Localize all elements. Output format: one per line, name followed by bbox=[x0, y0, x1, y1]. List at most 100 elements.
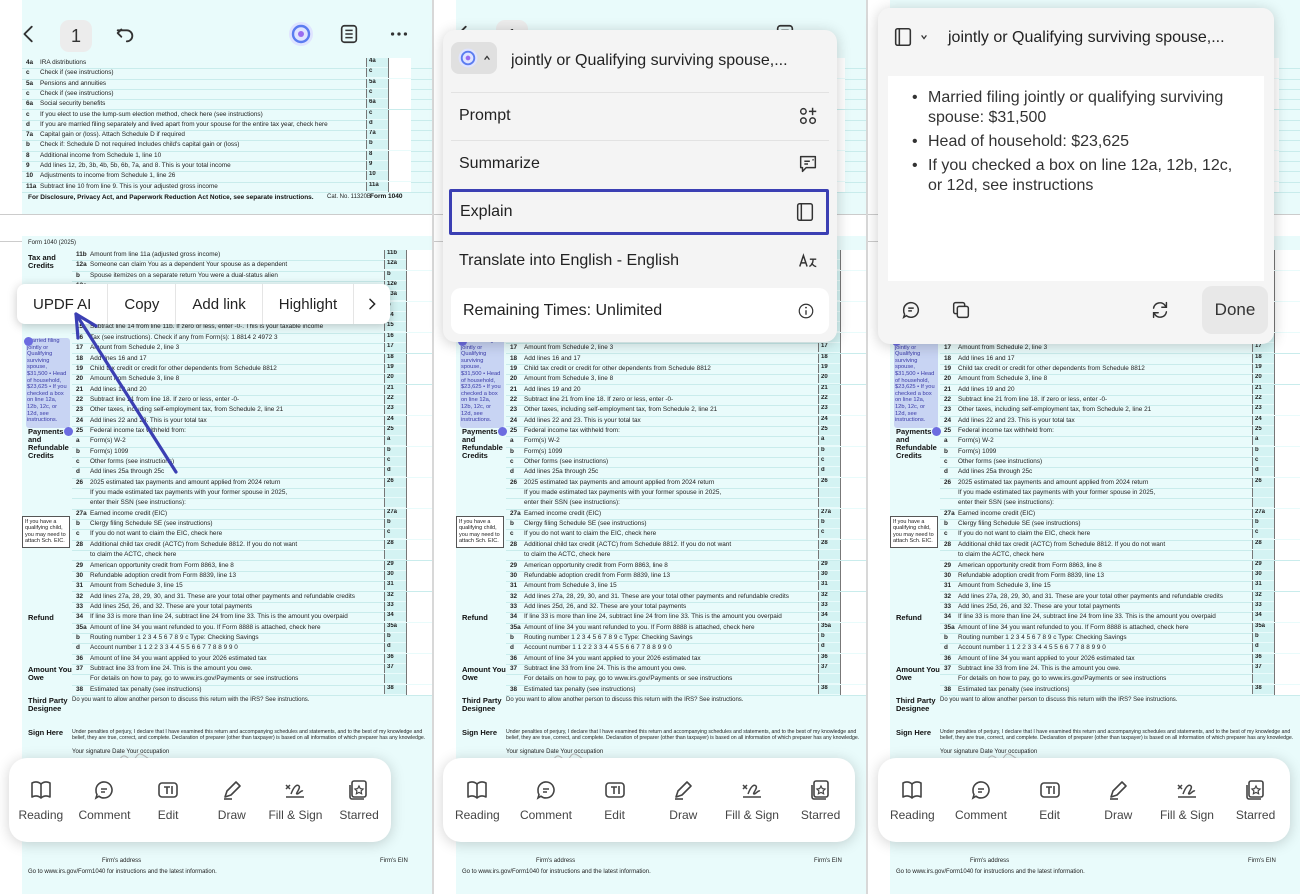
amount-field[interactable] bbox=[1274, 436, 1300, 447]
amount-field[interactable] bbox=[406, 343, 432, 354]
amount-field[interactable] bbox=[840, 539, 866, 550]
amount-field[interactable] bbox=[840, 260, 866, 271]
amount-field[interactable] bbox=[840, 291, 866, 302]
amount-field[interactable] bbox=[1274, 332, 1300, 343]
amount-field[interactable] bbox=[1274, 591, 1300, 602]
amount-field[interactable] bbox=[406, 260, 432, 271]
amount-field[interactable] bbox=[1274, 488, 1300, 499]
amount-field[interactable] bbox=[840, 601, 866, 612]
amount-field[interactable] bbox=[840, 498, 866, 509]
amount-field[interactable] bbox=[406, 415, 432, 426]
comment-tool[interactable]: Comment bbox=[950, 778, 1012, 822]
amount-field[interactable] bbox=[406, 519, 432, 530]
amount-field[interactable] bbox=[388, 140, 411, 151]
amount-field[interactable] bbox=[1274, 405, 1300, 416]
amount-field[interactable] bbox=[406, 374, 432, 385]
updf-ai-icon[interactable] bbox=[451, 42, 497, 74]
amount-field[interactable] bbox=[406, 622, 432, 633]
page-number-badge[interactable]: 1 bbox=[60, 20, 92, 52]
amount-field[interactable] bbox=[406, 653, 432, 664]
amount-field[interactable] bbox=[840, 436, 866, 447]
amount-field[interactable] bbox=[840, 622, 866, 633]
amount-field[interactable] bbox=[1274, 467, 1300, 478]
amount-field[interactable] bbox=[840, 632, 866, 643]
amount-field[interactable] bbox=[840, 508, 866, 519]
amount-field[interactable] bbox=[1274, 446, 1300, 457]
amount-field[interactable] bbox=[1274, 643, 1300, 654]
amount-field[interactable] bbox=[406, 560, 432, 571]
starred-tool[interactable]: Starred bbox=[328, 778, 390, 822]
amount-field[interactable] bbox=[388, 88, 411, 99]
reading-tool[interactable]: Reading bbox=[10, 778, 72, 822]
amount-field[interactable] bbox=[388, 130, 411, 141]
amount-field[interactable] bbox=[1274, 498, 1300, 509]
amount-field[interactable] bbox=[840, 250, 866, 260]
amount-field[interactable] bbox=[1274, 477, 1300, 488]
amount-field[interactable] bbox=[1274, 374, 1300, 385]
amount-field[interactable] bbox=[406, 332, 432, 343]
info-icon[interactable] bbox=[797, 302, 815, 320]
amount-field[interactable] bbox=[840, 353, 866, 364]
amount-field[interactable] bbox=[406, 301, 432, 312]
amount-field[interactable] bbox=[388, 68, 411, 79]
fill-sign-tool[interactable]: Fill & Sign bbox=[264, 778, 326, 822]
amount-field[interactable] bbox=[840, 591, 866, 602]
amount-field[interactable] bbox=[1274, 343, 1300, 354]
ai-option-translate[interactable]: Translate into English - English bbox=[451, 238, 829, 284]
amount-field[interactable] bbox=[406, 322, 432, 333]
selection-handle-start[interactable] bbox=[24, 337, 33, 346]
amount-field[interactable] bbox=[406, 250, 432, 260]
amount-field[interactable] bbox=[406, 498, 432, 509]
amount-field[interactable] bbox=[1274, 301, 1300, 312]
amount-field[interactable] bbox=[840, 560, 866, 571]
amount-field[interactable] bbox=[406, 477, 432, 488]
amount-field[interactable] bbox=[406, 281, 432, 292]
amount-field[interactable] bbox=[840, 405, 866, 416]
amount-field[interactable] bbox=[388, 181, 411, 192]
amount-field[interactable] bbox=[406, 643, 432, 654]
fill-sign-tool[interactable]: Fill & Sign bbox=[721, 778, 783, 822]
chevron-right-icon[interactable] bbox=[354, 284, 390, 324]
amount-field[interactable] bbox=[388, 161, 411, 171]
amount-field[interactable] bbox=[840, 384, 866, 395]
amount-field[interactable] bbox=[840, 343, 866, 354]
amount-field[interactable] bbox=[840, 281, 866, 292]
amount-field[interactable] bbox=[406, 570, 432, 581]
amount-field[interactable] bbox=[406, 384, 432, 395]
amount-field[interactable] bbox=[406, 312, 432, 323]
amount-field[interactable] bbox=[840, 446, 866, 457]
ai-option-prompt[interactable]: Prompt bbox=[451, 92, 829, 138]
amount-field[interactable] bbox=[1274, 394, 1300, 405]
amount-field[interactable] bbox=[840, 488, 866, 499]
comment-tool[interactable]: Comment bbox=[73, 778, 135, 822]
amount-field[interactable] bbox=[1274, 653, 1300, 664]
amount-field[interactable] bbox=[406, 446, 432, 457]
draw-tool[interactable]: Draw bbox=[652, 778, 714, 822]
selection-handle-end[interactable] bbox=[498, 427, 507, 436]
amount-field[interactable] bbox=[388, 99, 411, 110]
amount-field[interactable] bbox=[406, 425, 432, 436]
book-icon[interactable] bbox=[892, 26, 928, 48]
amount-field[interactable] bbox=[1274, 581, 1300, 592]
comment-icon[interactable] bbox=[898, 297, 924, 323]
amount-field[interactable] bbox=[1274, 270, 1300, 281]
amount-field[interactable] bbox=[840, 570, 866, 581]
amount-field[interactable] bbox=[1274, 684, 1300, 695]
amount-field[interactable] bbox=[840, 684, 866, 695]
amount-field[interactable] bbox=[1274, 353, 1300, 364]
amount-field[interactable] bbox=[406, 291, 432, 302]
amount-field[interactable] bbox=[840, 674, 866, 685]
ai-option-summarize[interactable]: Summarize bbox=[451, 140, 829, 186]
amount-field[interactable] bbox=[406, 684, 432, 695]
amount-field[interactable] bbox=[840, 519, 866, 530]
copy-icon[interactable] bbox=[948, 297, 974, 323]
back-icon[interactable] bbox=[14, 16, 44, 52]
amount-field[interactable] bbox=[840, 425, 866, 436]
reading-tool[interactable]: Reading bbox=[881, 778, 943, 822]
amount-field[interactable] bbox=[1274, 415, 1300, 426]
amount-field[interactable] bbox=[1274, 550, 1300, 561]
fill-sign-tool[interactable]: Fill & Sign bbox=[1156, 778, 1218, 822]
edit-tool[interactable]: Edit bbox=[137, 778, 199, 822]
amount-field[interactable] bbox=[840, 301, 866, 312]
amount-field[interactable] bbox=[840, 394, 866, 405]
